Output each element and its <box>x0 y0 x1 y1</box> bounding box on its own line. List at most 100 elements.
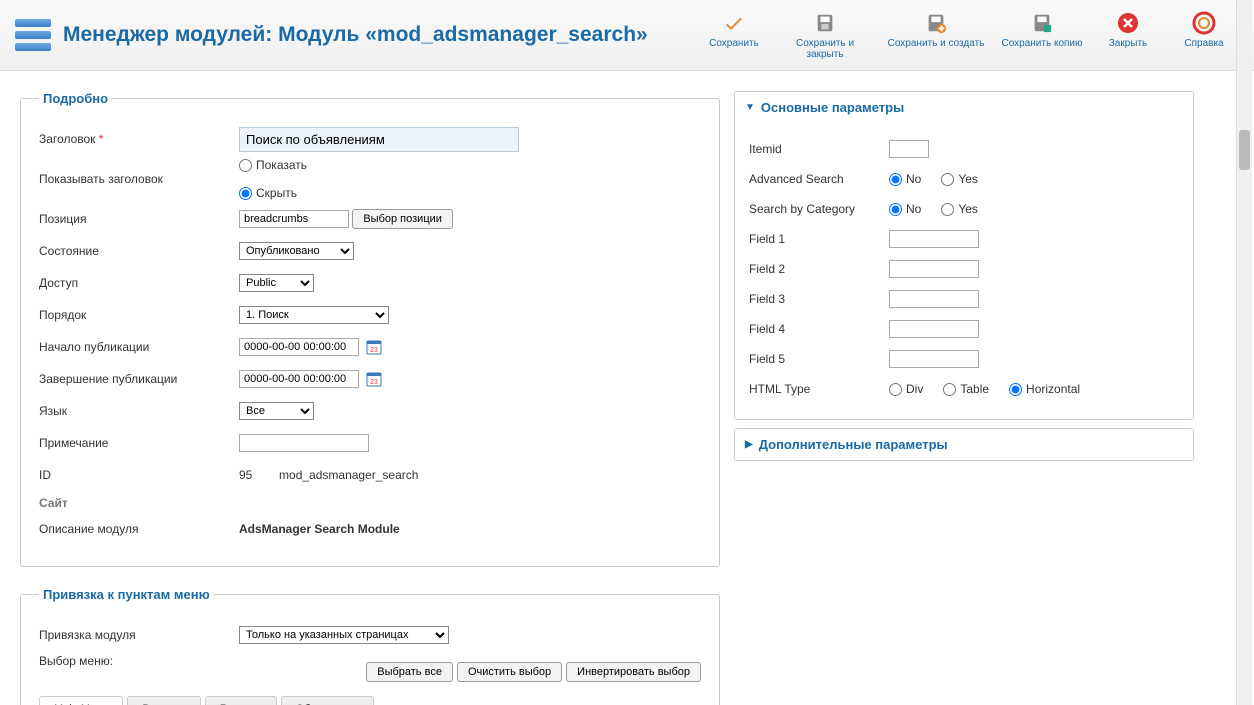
adv-search-label: Advanced Search <box>749 172 889 186</box>
menu-tabs: Main Menu Верхнее Главная Объявления <box>39 696 701 705</box>
close-label: Закрыть <box>1109 38 1148 49</box>
site-label: Сайт <box>39 496 701 510</box>
tab-main-menu[interactable]: Main Menu <box>39 696 123 705</box>
details-legend: Подробно <box>39 91 112 106</box>
tab-home[interactable]: Главная <box>205 696 277 705</box>
save-label: Сохранить <box>709 38 759 49</box>
adv-yes-radio[interactable]: Yes <box>941 172 978 186</box>
position-select-button[interactable]: Выбор позиции <box>352 209 453 229</box>
close-button[interactable]: Закрыть <box>1093 8 1163 62</box>
basic-params-panel: ▼ Основные параметры Itemid Advanced Sea… <box>734 91 1194 420</box>
access-select[interactable]: Public <box>239 274 314 292</box>
calendar-icon[interactable]: 23 <box>366 339 382 355</box>
desc-value: AdsManager Search Module <box>239 522 701 536</box>
note-input[interactable] <box>239 434 369 452</box>
field3-input[interactable] <box>889 290 979 308</box>
bind-label: Привязка модуля <box>39 628 239 642</box>
save-new-button[interactable]: Сохранить и создать <box>881 8 991 62</box>
access-label: Доступ <box>39 276 239 290</box>
field3-label: Field 3 <box>749 292 889 306</box>
save-icon <box>812 10 838 36</box>
menu-assignment-fieldset: Привязка к пунктам меню Привязка модуля … <box>20 587 720 705</box>
order-select[interactable]: 1. Поиск <box>239 306 389 324</box>
app-logo-icon <box>15 15 51 55</box>
state-label: Состояние <box>39 244 239 258</box>
yes-label: Yes <box>958 202 978 216</box>
show-title-show-radio[interactable]: Показать <box>239 158 701 172</box>
html-horiz-radio[interactable]: Horizontal <box>1009 382 1080 396</box>
show-title-label: Показывать заголовок <box>39 172 239 186</box>
svg-text:23: 23 <box>370 347 378 354</box>
state-select[interactable]: Опубликовано <box>239 242 354 260</box>
field5-label: Field 5 <box>749 352 889 366</box>
advanced-params-title: Дополнительные параметры <box>759 437 948 452</box>
help-button[interactable]: Справка <box>1169 8 1239 62</box>
page-title: Менеджер модулей: Модуль «mod_adsmanager… <box>63 23 648 47</box>
field5-input[interactable] <box>889 350 979 368</box>
note-label: Примечание <box>39 436 239 450</box>
scrollbar-thumb[interactable] <box>1239 130 1250 170</box>
pub-end-label: Завершение публикации <box>39 372 239 386</box>
position-input[interactable] <box>239 210 349 228</box>
advanced-params-panel: ▶ Дополнительные параметры <box>734 428 1194 461</box>
tab-ads[interactable]: Объявления <box>281 696 375 705</box>
itemid-input[interactable] <box>889 140 929 158</box>
field4-input[interactable] <box>889 320 979 338</box>
apply-icon <box>721 10 747 36</box>
no-label: No <box>906 202 921 216</box>
title-label: Заголовок <box>39 132 239 146</box>
help-icon <box>1191 10 1217 36</box>
field2-input[interactable] <box>889 260 979 278</box>
id-value: 95 <box>239 468 252 482</box>
horizontal-label: Horizontal <box>1026 382 1080 396</box>
desc-label: Описание модуля <box>39 522 239 536</box>
field1-input[interactable] <box>889 230 979 248</box>
save-new-label: Сохранить и создать <box>888 38 985 49</box>
hide-label: Скрыть <box>256 186 297 200</box>
html-div-radio[interactable]: Div <box>889 382 923 396</box>
html-table-radio[interactable]: Table <box>943 382 989 396</box>
pub-start-input[interactable] <box>239 338 359 356</box>
chevron-right-icon: ▶ <box>745 439 753 450</box>
cat-no-radio[interactable]: No <box>889 202 921 216</box>
svg-text:23: 23 <box>370 379 378 386</box>
basic-params-title: Основные параметры <box>761 100 904 115</box>
save-copy-icon <box>1029 10 1055 36</box>
itemid-label: Itemid <box>749 142 889 156</box>
close-icon <box>1115 10 1141 36</box>
position-label: Позиция <box>39 212 239 226</box>
scrollbar[interactable] <box>1236 0 1252 705</box>
save-close-label: Сохранить и закрыть <box>777 38 873 60</box>
assignment-legend: Привязка к пунктам меню <box>39 587 214 602</box>
show-title-hide-radio[interactable]: Скрыть <box>239 186 701 200</box>
order-label: Порядок <box>39 308 239 322</box>
lang-select[interactable]: Все <box>239 402 314 420</box>
pub-end-input[interactable] <box>239 370 359 388</box>
chevron-down-icon: ▼ <box>745 102 755 113</box>
save-copy-label: Сохранить копию <box>1001 38 1082 49</box>
cat-yes-radio[interactable]: Yes <box>941 202 978 216</box>
save-copy-button[interactable]: Сохранить копию <box>997 8 1087 62</box>
clear-selection-button[interactable]: Очистить выбор <box>457 662 562 682</box>
basic-params-header[interactable]: ▼ Основные параметры <box>735 92 1193 123</box>
select-all-button[interactable]: Выбрать все <box>366 662 453 682</box>
bind-select[interactable]: Только на указанных страницах <box>239 626 449 644</box>
calendar-icon[interactable]: 23 <box>366 371 382 387</box>
advanced-params-header[interactable]: ▶ Дополнительные параметры <box>735 429 1193 460</box>
table-label: Table <box>960 382 989 396</box>
details-fieldset: Подробно Заголовок Показывать заголовок … <box>20 91 720 567</box>
title-input[interactable] <box>239 127 519 152</box>
tab-top[interactable]: Верхнее <box>127 696 200 705</box>
save-button[interactable]: Сохранить <box>699 8 769 62</box>
toolbar-actions: Сохранить Сохранить и закрыть Сохранить … <box>699 8 1239 62</box>
module-name-value: mod_adsmanager_search <box>279 468 418 482</box>
save-close-button[interactable]: Сохранить и закрыть <box>775 8 875 62</box>
pub-start-label: Начало публикации <box>39 340 239 354</box>
invert-selection-button[interactable]: Инвертировать выбор <box>566 662 701 682</box>
field4-label: Field 4 <box>749 322 889 336</box>
show-label: Показать <box>256 158 307 172</box>
adv-no-radio[interactable]: No <box>889 172 921 186</box>
pick-label: Выбор меню: <box>39 654 239 668</box>
div-label: Div <box>906 382 923 396</box>
lang-label: Язык <box>39 404 239 418</box>
